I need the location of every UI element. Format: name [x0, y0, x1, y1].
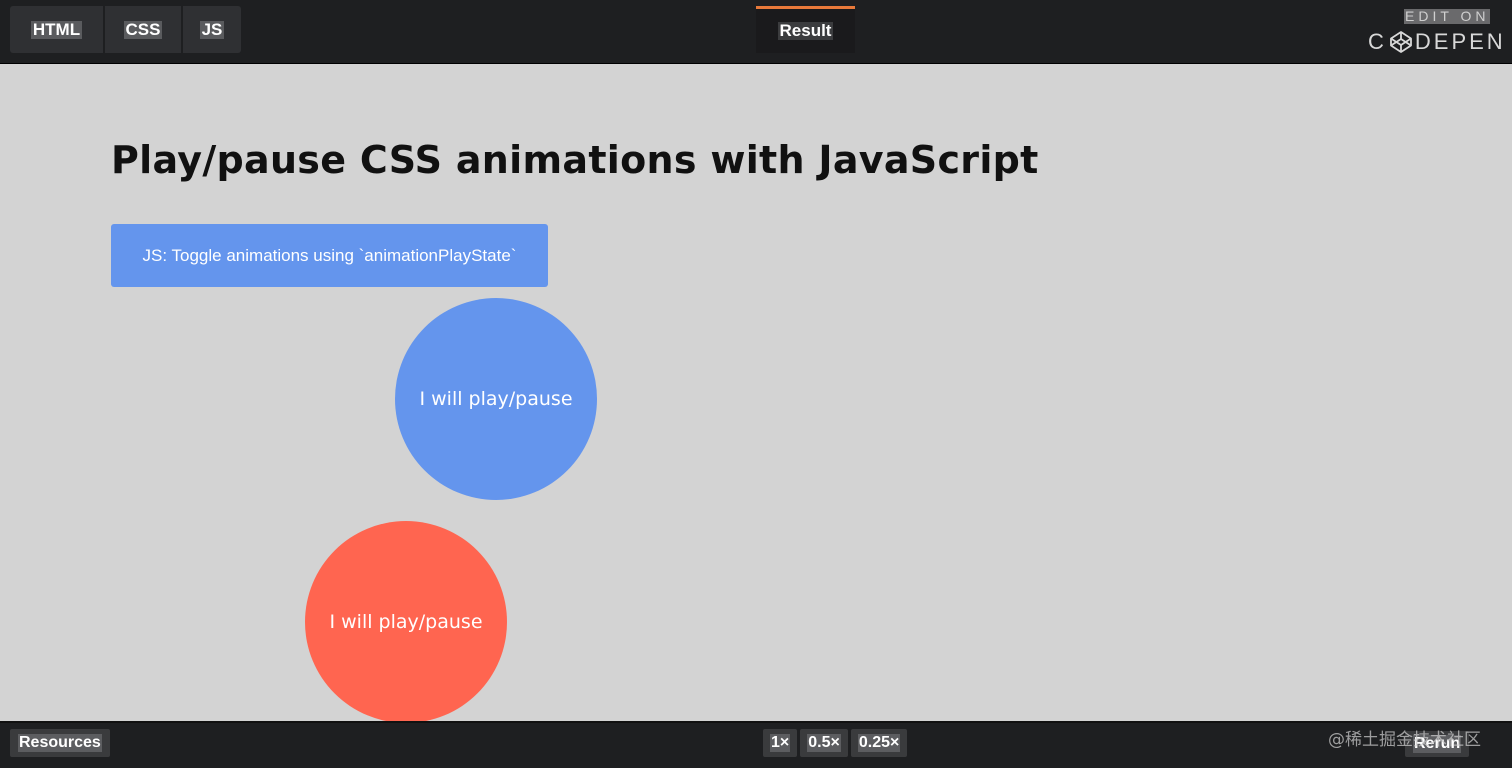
- codepen-bottom-bar: Resources 1× 0.5× 0.25× Rerun @稀土掘金技术社区: [0, 721, 1512, 768]
- speed-0-25x-label: 0.25×: [857, 734, 901, 752]
- tab-css-label: CSS: [123, 19, 163, 39]
- watermark: @稀土掘金技术社区: [1328, 730, 1481, 750]
- resources-button[interactable]: Resources: [10, 729, 110, 757]
- tab-html[interactable]: HTML: [10, 6, 103, 53]
- logo-letters-depen: DEPEN: [1414, 29, 1506, 54]
- logo-letter-c: C: [1368, 29, 1387, 54]
- resources-label: Resources: [18, 734, 102, 752]
- tab-js[interactable]: JS: [183, 6, 241, 53]
- circle-red-label: I will play/pause: [329, 611, 483, 633]
- tab-css[interactable]: CSS: [105, 6, 181, 53]
- page-title: Play/pause CSS animations with JavaScrip…: [111, 138, 1039, 182]
- toggle-animations-button[interactable]: JS: Toggle animations using `animationPl…: [111, 224, 548, 287]
- tab-result-label: Result: [777, 21, 834, 40]
- result-preview: Play/pause CSS animations with JavaScrip…: [0, 64, 1512, 721]
- editor-tab-group: HTML CSS JS: [10, 6, 241, 53]
- codepen-cube-icon: [1389, 31, 1412, 53]
- codepen-logo[interactable]: C DEPEN: [1368, 29, 1506, 54]
- speed-0-25x-button[interactable]: 0.25×: [850, 729, 908, 757]
- tab-result[interactable]: Result: [756, 6, 855, 53]
- tab-js-label: JS: [199, 19, 225, 39]
- animated-circle-blue: I will play/pause: [395, 298, 597, 500]
- animated-circle-red: I will play/pause: [305, 521, 507, 721]
- speed-0-5x-button[interactable]: 0.5×: [800, 729, 848, 757]
- tab-html-label: HTML: [30, 19, 83, 39]
- speed-1x-button[interactable]: 1×: [763, 729, 798, 757]
- circle-blue-label: I will play/pause: [419, 388, 573, 410]
- speed-1x-label: 1×: [770, 734, 791, 752]
- speed-controls: 1× 0.5× 0.25×: [763, 729, 908, 757]
- speed-0-5x-label: 0.5×: [807, 734, 841, 752]
- codepen-top-bar: HTML CSS JS Result EDIT ON C DEPEN: [0, 0, 1512, 64]
- edit-on-label[interactable]: EDIT ON: [1404, 9, 1490, 24]
